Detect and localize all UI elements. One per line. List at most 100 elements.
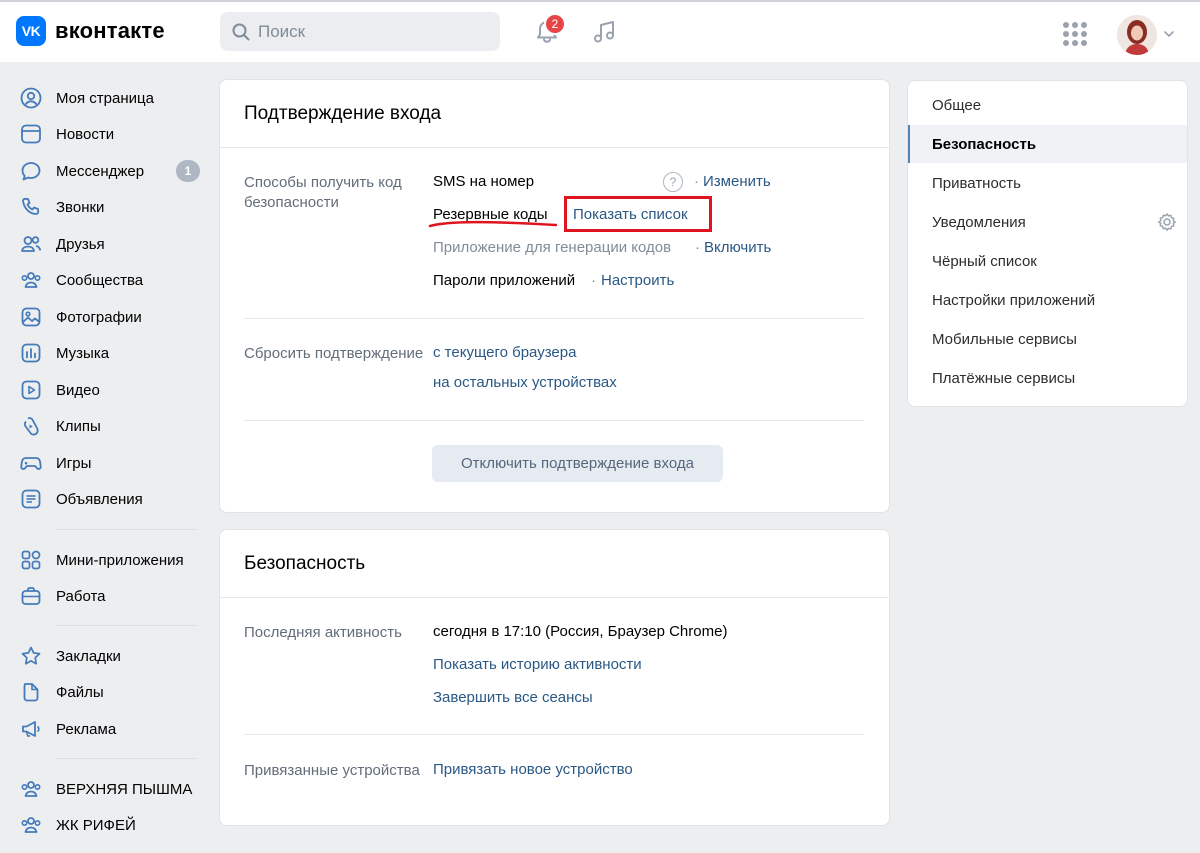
gamepad-icon (18, 450, 44, 476)
briefcase-icon (18, 583, 44, 609)
clips-icon (18, 413, 44, 439)
friends-icon (18, 231, 44, 257)
nav-label: Видео (56, 381, 100, 399)
settings-item-notifications[interactable]: Уведомления (908, 203, 1187, 241)
nav-photos[interactable]: Фотографии (16, 300, 200, 334)
photo-icon (18, 304, 44, 330)
user-circle-icon (18, 85, 44, 111)
nav-music[interactable]: Музыка (16, 336, 200, 370)
linked-devices-label: Привязанные устройства (244, 762, 420, 779)
search-box[interactable] (220, 12, 500, 51)
settings-item-mobile-services[interactable]: Мобильные сервисы (908, 320, 1187, 358)
methods-label: Способы получить код безопасности (244, 174, 402, 211)
search-icon (232, 23, 250, 40)
vk-logo[interactable]: VK вконтакте (16, 16, 165, 46)
settings-item-security[interactable]: Безопасность (908, 125, 1187, 163)
nav-label: Закладки (56, 647, 121, 665)
nav-label: Файлы (56, 683, 104, 701)
file-icon (18, 679, 44, 705)
nav-label: Мини-приложения (56, 551, 184, 569)
settings-item-label: Уведомления (932, 213, 1026, 231)
enable-app-generator-link[interactable]: Включить (704, 238, 771, 258)
nav-group-zhk-rifey[interactable]: ЖК РИФЕЙ (16, 808, 200, 842)
music-icon[interactable] (590, 18, 618, 46)
nav-communities[interactable]: Сообщества (16, 263, 200, 297)
app-passwords-label: Пароли приложений (433, 272, 576, 289)
unread-count-badge: 1 (176, 160, 200, 182)
nav-news[interactable]: Новости (16, 117, 200, 151)
notifications-badge: 2 (544, 13, 566, 35)
gear-icon[interactable] (1157, 212, 1177, 232)
settings-item-payment-services[interactable]: Платёжные сервисы (908, 359, 1187, 397)
card-title: Безопасность (220, 530, 889, 598)
star-icon (18, 643, 44, 669)
video-icon (18, 377, 44, 403)
nav-label: Мессенджер (56, 162, 145, 180)
vk-logo-text: вконтакте (55, 18, 165, 43)
top-header: VK вконтакте 2 (0, 2, 1200, 62)
group-icon (18, 812, 44, 838)
nav-group-verkhnyaya-pyshma[interactable]: ВЕРХНЯЯ ПЫШМА (16, 772, 200, 806)
nav-mini-apps[interactable]: Мини-приложения (16, 543, 200, 577)
chevron-down-icon[interactable] (1163, 29, 1175, 39)
nav-games[interactable]: Игры (16, 446, 200, 480)
nav-divider (56, 758, 198, 759)
settings-item-privacy[interactable]: Приватность (908, 164, 1187, 202)
settings-item-blacklist[interactable]: Чёрный список (908, 242, 1187, 280)
search-input[interactable] (258, 21, 488, 42)
red-underline-annotation (428, 220, 558, 228)
app-generator-label: Приложение для генерации кодов (433, 239, 672, 256)
nav-messenger[interactable]: Мессенджер 1 (16, 154, 200, 188)
nav-advertising[interactable]: Реклама (16, 712, 200, 746)
nav-friends[interactable]: Друзья (16, 227, 200, 261)
link-new-device-link[interactable]: Привязать новое устройство (433, 760, 633, 780)
group-icon (18, 776, 44, 802)
configure-app-passwords-link[interactable]: Настроить (601, 271, 674, 291)
security-card: Безопасность Последняя активность сегодн… (219, 529, 890, 826)
last-activity-label: Последняя активность (244, 624, 402, 641)
card-title: Подтверждение входа (220, 80, 889, 148)
reset-other-devices-link[interactable]: на остальных устройствах (433, 373, 617, 393)
separator-dot: · (591, 272, 596, 289)
show-activity-history-link[interactable]: Показать историю активности (433, 655, 642, 675)
nav-label: Клипы (56, 417, 101, 435)
login-confirmation-card: Подтверждение входа Способы получить код… (219, 79, 890, 513)
nav-divider (56, 529, 198, 530)
separator-dot: · (695, 239, 700, 256)
ads-list-icon (18, 486, 44, 512)
phone-icon (18, 194, 44, 220)
section-divider (244, 318, 864, 319)
section-divider (244, 420, 864, 421)
nav-label: Звонки (56, 198, 105, 216)
nav-label: Игры (56, 454, 92, 472)
nav-label: Реклама (56, 720, 117, 738)
nav-jobs[interactable]: Работа (16, 579, 200, 613)
nav-label: ВЕРХНЯЯ ПЫШМА (56, 780, 193, 798)
nav-video[interactable]: Видео (16, 373, 200, 407)
nav-clips[interactable]: Клипы (16, 409, 200, 443)
nav-my-page[interactable]: Моя страница (16, 81, 200, 115)
apps-grid-icon[interactable] (1063, 22, 1087, 46)
settings-item-app-settings[interactable]: Настройки приложений (908, 281, 1187, 319)
end-all-sessions-link[interactable]: Завершить все сеансы (433, 688, 593, 708)
vk-logo-icon: VK (16, 16, 46, 46)
nav-label: Работа (56, 587, 106, 605)
nav-classifieds[interactable]: Объявления (16, 482, 200, 516)
nav-bookmarks[interactable]: Закладки (16, 639, 200, 673)
settings-item-general[interactable]: Общее (908, 86, 1187, 124)
nav-calls[interactable]: Звонки (16, 190, 200, 224)
music-bars-icon (18, 340, 44, 366)
megaphone-icon (18, 716, 44, 742)
settings-menu: Общее Безопасность Приватность Уведомлен… (907, 80, 1188, 407)
change-sms-link[interactable]: Изменить (703, 172, 771, 192)
help-icon[interactable]: ? (663, 172, 683, 192)
chat-icon (18, 158, 44, 184)
avatar[interactable] (1117, 15, 1157, 55)
nav-label: Объявления (56, 490, 143, 508)
disable-login-confirmation-button[interactable]: Отключить подтверждение входа (432, 445, 723, 482)
nav-label: Новости (56, 125, 115, 143)
reset-current-browser-link[interactable]: с текущего браузера (433, 343, 576, 363)
nav-files[interactable]: Файлы (16, 675, 200, 709)
nav-label: ЖК РИФЕЙ (56, 816, 136, 834)
communities-icon (18, 267, 44, 293)
